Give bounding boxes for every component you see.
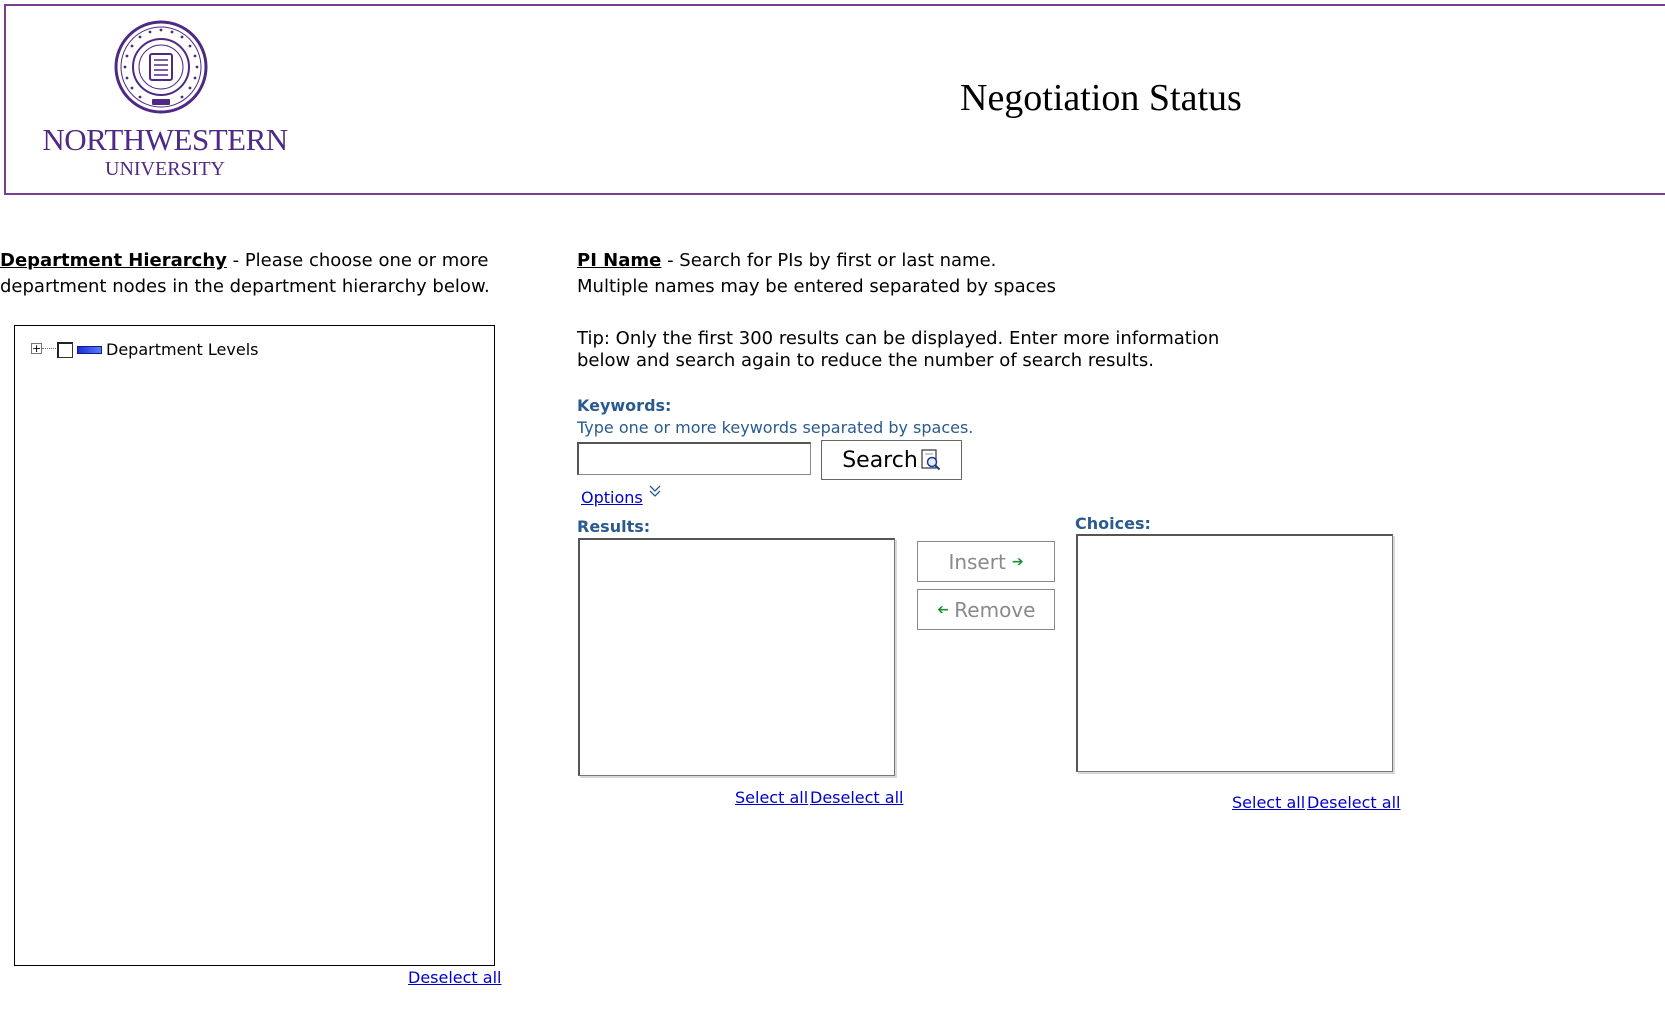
results-listbox[interactable] — [578, 538, 895, 776]
insert-button-label: Insert — [948, 549, 1006, 574]
options-link[interactable]: Options — [581, 488, 643, 507]
keywords-input[interactable] — [577, 442, 811, 475]
tree-node-label[interactable]: Department Levels — [106, 340, 258, 359]
pi-heading: PI Name — [577, 250, 662, 271]
insert-button[interactable]: Insert ➔ — [917, 541, 1055, 582]
results-deselect-all-link[interactable]: Deselect all — [810, 788, 903, 807]
pi-instruction: - Search for PIs by first or last name. — [661, 250, 997, 271]
keywords-label: Keywords: — [577, 396, 672, 415]
arrow-left-icon: ➔ — [936, 601, 949, 618]
choices-listbox[interactable] — [1076, 534, 1393, 772]
department-instruction: - Please choose one or more — [226, 250, 489, 271]
choices-select-all-link[interactable]: Select all — [1232, 793, 1305, 812]
results-select-all-link[interactable]: Select all — [735, 788, 808, 807]
remove-button[interactable]: ➔ Remove — [917, 589, 1055, 630]
choices-deselect-all-link[interactable]: Deselect all — [1307, 793, 1400, 812]
search-button-label: Search — [842, 447, 918, 473]
pi-instruction-line2: Multiple names may be entered separated … — [577, 276, 1056, 297]
tip-line2: below and search again to reduce the num… — [577, 350, 1154, 371]
logo-subtitle: UNIVERSITY — [105, 158, 225, 180]
tree-connector-line — [42, 348, 56, 350]
tree-node-checkbox[interactable] — [57, 342, 73, 358]
department-intro: Department Hierarchy - Please choose one… — [0, 248, 490, 300]
department-instruction-line2: department nodes in the department hiera… — [0, 276, 490, 297]
remove-button-label: Remove — [954, 597, 1036, 622]
pi-intro: PI Name - Search for PIs by first or las… — [577, 248, 1056, 300]
university-seal-logo — [114, 20, 208, 114]
logo-wordmark: NORTHWESTERN — [42, 122, 288, 157]
keywords-hint: Type one or more keywords separated by s… — [577, 418, 974, 437]
search-button[interactable]: Search — [821, 440, 962, 480]
results-label: Results: — [577, 517, 651, 536]
search-tip: Tip: Only the first 300 results can be d… — [577, 328, 1219, 372]
department-heading: Department Hierarchy — [0, 250, 227, 271]
arrow-right-icon: ➔ — [1011, 553, 1024, 570]
chevron-down-icon[interactable] — [648, 484, 662, 502]
department-deselect-all-link[interactable]: Deselect all — [408, 968, 501, 987]
choices-label: Choices: — [1075, 514, 1151, 533]
page-title: Negotiation Status — [960, 77, 1242, 119]
department-tree[interactable] — [14, 325, 495, 966]
tip-line1: Tip: Only the first 300 results can be d… — [577, 328, 1220, 349]
department-node-icon — [77, 346, 102, 354]
magnifier-document-icon — [921, 449, 941, 471]
tree-expand-icon[interactable]: + — [31, 343, 42, 354]
